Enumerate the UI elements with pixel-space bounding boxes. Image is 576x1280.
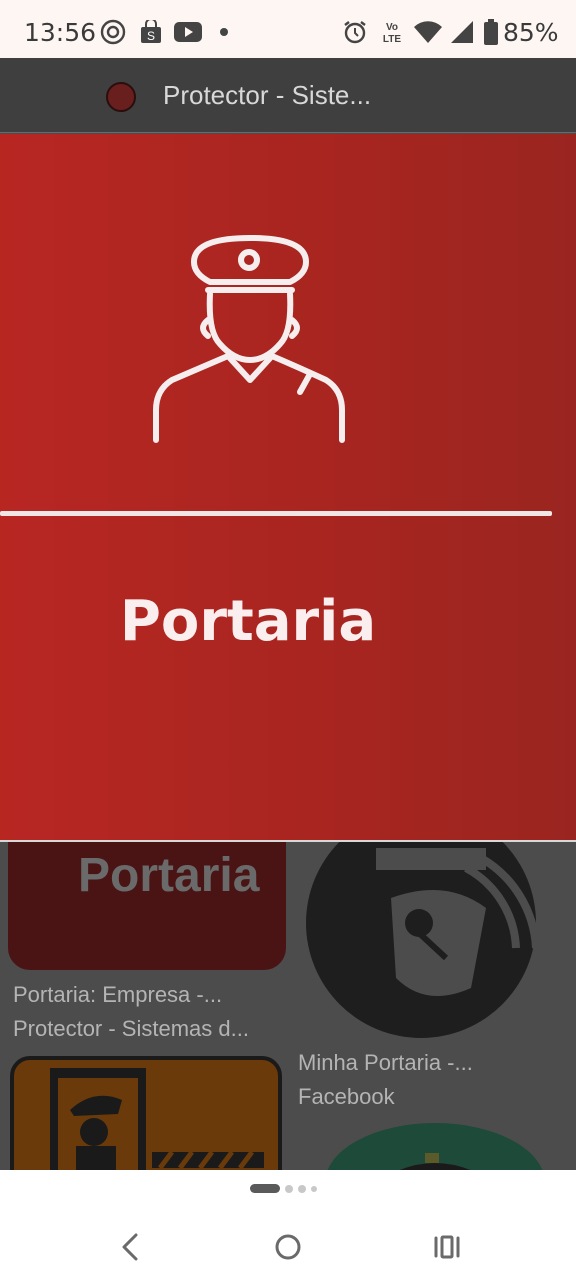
navigation-bar [0, 1215, 576, 1280]
threads-icon [99, 19, 127, 45]
app-header: Protector - Siste... [0, 58, 576, 133]
svg-text:Vo: Vo [386, 22, 398, 33]
volte-icon: Vo LTE [378, 20, 406, 45]
back-button[interactable] [110, 1227, 150, 1267]
result-2-caption-title[interactable]: Minha Portaria -... [298, 1050, 473, 1076]
svg-text:S: S [147, 29, 155, 43]
booth-guard-icon [50, 1068, 264, 1170]
result-image-1-text: Portaria [78, 849, 260, 902]
shopping-bag-icon: S [139, 20, 163, 44]
page-dot [311, 1185, 317, 1192]
result-1-caption-title[interactable]: Portaria: Empresa -... [13, 982, 222, 1008]
page-title: Protector - Siste... [163, 80, 372, 110]
result-image-4[interactable] [325, 1123, 545, 1170]
preview-label: Portaria [119, 589, 377, 654]
protector-logo-icon [106, 82, 136, 112]
dot-icon [219, 20, 229, 44]
partial-image-icon [327, 1123, 543, 1170]
home-icon [275, 1234, 301, 1260]
status-time: 13:56 [24, 18, 97, 47]
recents-icon [434, 1235, 460, 1259]
home-button[interactable] [268, 1227, 308, 1267]
page-dot [298, 1184, 306, 1193]
signal-icon [449, 20, 475, 44]
alarm-icon [342, 20, 368, 44]
page-dot [285, 1184, 293, 1193]
back-icon [122, 1233, 138, 1261]
page-dot-active [250, 1184, 280, 1193]
recents-button[interactable] [427, 1227, 467, 1267]
youtube-icon [174, 20, 202, 44]
status-bar: 13:56 S Vo LTE 85% [0, 0, 576, 58]
result-2-caption-source[interactable]: Facebook [298, 1084, 395, 1110]
battery-percent: 85% [503, 18, 559, 47]
image-preview[interactable]: Portaria [0, 134, 576, 842]
page-indicator [250, 1184, 317, 1193]
security-guard-icon [153, 235, 345, 443]
result-image-1[interactable]: Portaria [8, 828, 286, 970]
divider-line [0, 511, 552, 516]
battery-icon [483, 19, 499, 45]
result-1-caption-source[interactable]: Protector - Sistemas d... [13, 1016, 249, 1042]
guard-headset-icon [306, 808, 540, 1038]
result-image-3[interactable] [10, 1056, 282, 1170]
svg-text:LTE: LTE [383, 34, 401, 45]
result-image-2[interactable] [296, 808, 566, 1038]
wifi-icon [413, 20, 443, 44]
